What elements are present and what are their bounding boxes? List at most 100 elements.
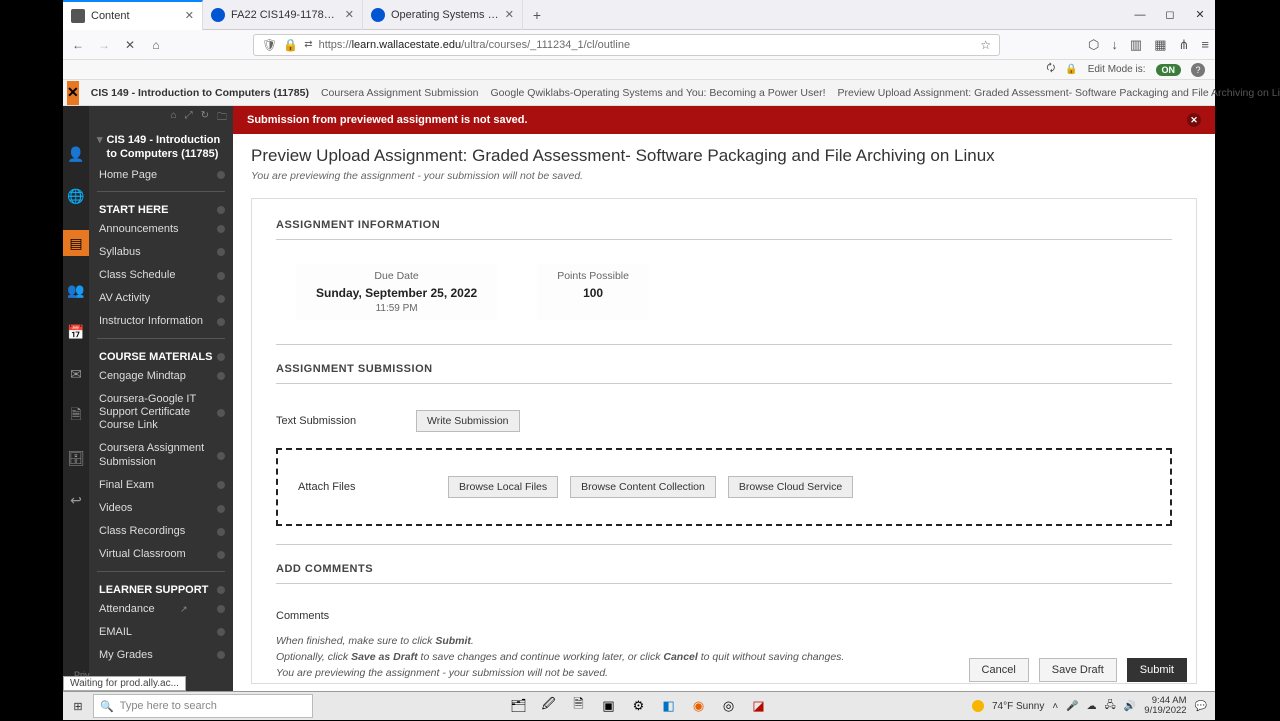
maximize-button[interactable]: ◻ (1155, 0, 1185, 30)
submit-button[interactable]: Submit (1127, 658, 1187, 682)
tray-mic-icon[interactable]: 🎤 (1066, 701, 1078, 712)
close-panel-button[interactable]: ✕ (67, 81, 79, 105)
tray-onedrive-icon[interactable]: ☁ (1087, 701, 1097, 712)
sidebar-item[interactable]: Final Exam (89, 474, 233, 497)
browser-tab[interactable]: Operating Systems and You: Be ✕ (363, 0, 523, 30)
expand-icon[interactable]: ⤢ (185, 110, 193, 124)
sidebar-item[interactable]: AV Activity (89, 287, 233, 310)
sidebar-item[interactable]: Cengage Mindtap (89, 365, 233, 388)
sidebar-item[interactable]: Coursera-Google IT Support Certificate C… (89, 388, 233, 438)
messages-icon[interactable]: ✉ (68, 366, 84, 382)
save-draft-button[interactable]: Save Draft (1039, 658, 1117, 682)
close-tab-icon[interactable]: ✕ (505, 8, 514, 21)
folder-icon[interactable]: 🗀 (217, 110, 227, 124)
sidebar-item[interactable]: Class Recordings (89, 520, 233, 543)
breadcrumb-item[interactable]: Google Qwiklabs-Operating Systems and Yo… (491, 87, 826, 99)
refresh-icon[interactable]: ↻ (201, 110, 209, 124)
chrome-icon[interactable]: ◎ (715, 694, 743, 718)
app-icon[interactable]: 🗎 (565, 694, 593, 718)
browse-cloud-button[interactable]: Browse Cloud Service (728, 476, 853, 498)
feed-icon[interactable]: ⋔ (1179, 37, 1190, 53)
edit-mode-toggle[interactable]: ON (1156, 64, 1182, 76)
sidebar-item[interactable]: Instructor Information (89, 310, 233, 333)
pocket-icon[interactable]: ⬡ (1088, 37, 1099, 53)
acrobat-icon[interactable]: ◪ (745, 694, 773, 718)
back-button[interactable]: ← (69, 38, 87, 52)
options-icon[interactable] (217, 353, 225, 361)
close-window-button[interactable]: ✕ (1185, 0, 1215, 30)
course-title[interactable]: ▾CIS 149 - Introduction to Computers (11… (89, 128, 233, 164)
options-icon[interactable] (217, 551, 225, 559)
courses-icon[interactable]: ▤ (63, 230, 89, 256)
qr-icon[interactable]: ▦ (1154, 37, 1166, 53)
app-menu-icon[interactable]: ≡ (1201, 37, 1209, 53)
stop-reload-button[interactable]: ✕ (121, 38, 139, 52)
system-tray[interactable]: 74°F Sunny ˄ 🎤 ☁ 🖧 🔊 9:44 AM 9/19/2022 💬 (964, 696, 1215, 717)
breadcrumb-item[interactable]: Coursera Assignment Submission (321, 87, 479, 99)
browser-tab[interactable]: FA22 CIS149-11785 | Coursera ✕ (203, 0, 363, 30)
options-icon[interactable] (217, 528, 225, 536)
file-explorer-icon[interactable]: 🗂 (505, 694, 533, 718)
taskbar-clock[interactable]: 9:44 AM 9/19/2022 (1144, 696, 1186, 717)
tools-icon[interactable]: 🗄 (68, 450, 84, 466)
outlook-icon[interactable]: ◧ (655, 694, 683, 718)
lock-icon[interactable]: 🔒 (283, 38, 298, 52)
weather-text[interactable]: 74°F Sunny (992, 701, 1044, 712)
sidebar-item[interactable]: Videos (89, 497, 233, 520)
options-icon[interactable] (217, 651, 225, 659)
lock-icon[interactable]: 🔒 (1065, 64, 1077, 75)
taskbar-search[interactable]: 🔍 Type here to search (93, 694, 313, 718)
cancel-button[interactable]: Cancel (969, 658, 1029, 682)
institution-icon[interactable]: 🌐 (68, 188, 84, 204)
collapse-icon[interactable]: ▾ (97, 134, 103, 162)
close-tab-icon[interactable]: ✕ (345, 8, 354, 21)
sidebar-item-home[interactable]: Home Page (89, 164, 233, 187)
tray-chevron-icon[interactable]: ˄ (1052, 701, 1058, 712)
app-icon[interactable]: 🖉 (535, 694, 563, 718)
attach-files-dropzone[interactable]: Attach Files Browse Local Files Browse C… (276, 448, 1172, 526)
address-bar[interactable]: 🛡 🔒 ⇄ https://learn.wallacestate.edu/ult… (253, 34, 1000, 56)
options-icon[interactable] (217, 225, 225, 233)
sidebar-heading-start[interactable]: START HERE (89, 196, 233, 218)
signout-icon[interactable]: ↩ (68, 492, 84, 508)
sync-icon[interactable]: 🗘 (1046, 61, 1055, 78)
browser-tab-active[interactable]: Content ✕ (63, 0, 203, 30)
new-tab-button[interactable]: + (523, 7, 551, 23)
sidebar-heading-support[interactable]: LEARNER SUPPORT (89, 576, 233, 598)
firefox-icon[interactable]: ◉ (685, 694, 713, 718)
sidebar-item[interactable]: Coursera Assignment Submission (89, 437, 233, 473)
options-icon[interactable] (217, 481, 225, 489)
sidebar-item[interactable]: Class Schedule (89, 264, 233, 287)
calendar-icon[interactable]: 📅 (68, 324, 84, 340)
start-button[interactable]: ⊞ (63, 692, 93, 721)
sidebar-heading-materials[interactable]: COURSE MATERIALS (89, 343, 233, 365)
options-icon[interactable] (217, 409, 225, 417)
sidebar-item[interactable]: Announcements (89, 218, 233, 241)
browse-local-button[interactable]: Browse Local Files (448, 476, 558, 498)
sidebar-item[interactable]: Attendance↗ (89, 598, 233, 621)
options-icon[interactable] (217, 505, 225, 513)
sidebar-item[interactable]: EMAIL (89, 621, 233, 644)
sidebar-item[interactable]: Syllabus (89, 241, 233, 264)
sidebar-item[interactable]: Virtual Classroom (89, 543, 233, 566)
sidebar-item[interactable]: My Grades (89, 644, 233, 667)
profile-icon[interactable]: 👤 (68, 146, 84, 162)
options-icon[interactable] (217, 605, 225, 613)
downloads-icon[interactable]: ↓ (1111, 37, 1118, 53)
home-icon[interactable]: ⌂ (171, 110, 177, 124)
library-icon[interactable]: ▥ (1130, 37, 1142, 53)
grades-icon[interactable]: 🗎 (68, 408, 84, 424)
write-submission-button[interactable]: Write Submission (416, 410, 520, 432)
dismiss-alert-button[interactable]: ✕ (1187, 113, 1201, 127)
forward-button[interactable]: → (95, 38, 113, 52)
tray-network-icon[interactable]: 🖧 (1105, 698, 1116, 715)
bookmark-star-icon[interactable]: ☆ (980, 38, 991, 52)
options-icon[interactable] (217, 206, 225, 214)
tray-sound-icon[interactable]: 🔊 (1124, 701, 1136, 712)
shield-icon[interactable]: 🛡 (262, 38, 277, 52)
options-icon[interactable] (217, 628, 225, 636)
options-icon[interactable] (217, 318, 225, 326)
browse-collection-button[interactable]: Browse Content Collection (570, 476, 716, 498)
options-icon[interactable] (217, 452, 225, 460)
breadcrumb-course[interactable]: CIS 149 - Introduction to Computers (117… (91, 87, 309, 99)
